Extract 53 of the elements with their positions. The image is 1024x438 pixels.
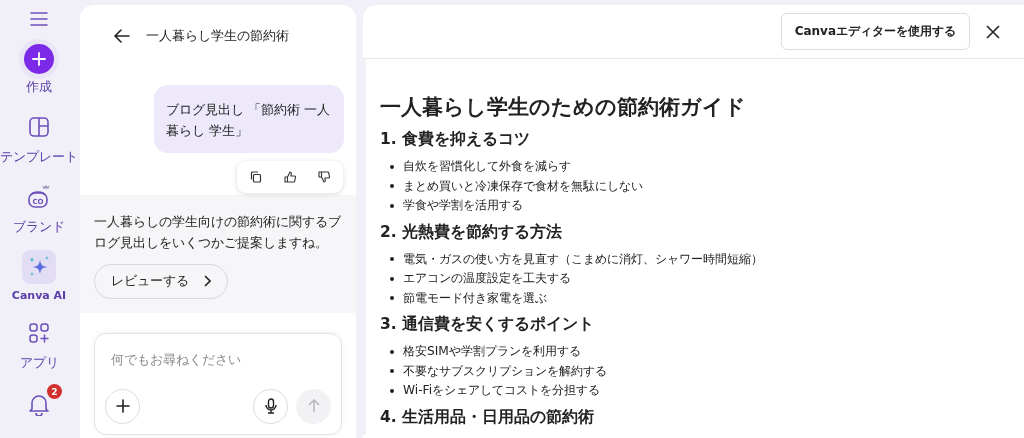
- list-item: エアコンの温度設定を工夫する: [403, 270, 571, 287]
- menu-button[interactable]: [28, 10, 50, 28]
- microphone-icon: [264, 398, 277, 414]
- list-item: 不要なサブスクリプションを解約する: [403, 362, 607, 380]
- chat-input-field[interactable]: 何でもお尋ねください: [105, 347, 343, 371]
- apps-icon: [28, 322, 50, 344]
- copy-icon[interactable]: [250, 171, 262, 183]
- editor-button[interactable]: Canvaエディターを使用する: [780, 13, 970, 50]
- user-message: ブログ見出し 「節約術 一人暮らし 学生」: [154, 85, 344, 153]
- bullet-icon: [390, 369, 394, 374]
- nav-label: テンプレート: [0, 149, 78, 166]
- assistant-message: 一人暮らしの学生向けの節約術に関するブログ見出しをいくつかご提案しますね。: [94, 213, 342, 253]
- arrow-up-icon: [307, 399, 320, 413]
- nav-label: アプリ: [19, 355, 59, 372]
- layout-icon: [28, 116, 50, 138]
- list-item: 学食や学割を活用する: [403, 197, 523, 214]
- list-item: 格安SIMや学割プランを利用する: [403, 343, 581, 360]
- menu-icon: [30, 12, 48, 26]
- list-item: 自炊を習慣化して外食を減らす: [403, 158, 571, 175]
- list-item: 電気・ガスの使い方を見直す（こまめに消灯、シャワー時間短縮）: [403, 250, 763, 268]
- back-arrow-icon[interactable]: [114, 29, 130, 43]
- nav-label: Canva AI: [11, 289, 67, 302]
- plus-icon: [115, 399, 130, 413]
- review-button[interactable]: レビューする: [94, 263, 228, 299]
- bullet-icon: [390, 257, 394, 262]
- section-heading: 4. 生活用品・日用品の節約術: [380, 406, 596, 428]
- bullet-icon: [390, 296, 394, 301]
- section-heading: 1. 食費を抑えるコツ: [380, 129, 532, 150]
- list-item: まとめ買いと冷凍保存で食材を無駄にしない: [403, 177, 643, 195]
- bullet-icon: [390, 349, 394, 354]
- add-button[interactable]: [105, 388, 140, 424]
- bullet-icon: [390, 276, 394, 281]
- nav-label: 作成: [26, 79, 52, 96]
- close-icon[interactable]: [986, 24, 1000, 39]
- bullet-icon: [390, 388, 394, 393]
- nav-tab[interactable]: [22, 250, 56, 284]
- notification-badge: 2: [47, 384, 62, 399]
- nav-label: ブランド: [13, 219, 65, 236]
- list-item: Wi-Fiをシェアしてコストを分担する: [403, 382, 601, 399]
- bell-icon[interactable]: [28, 392, 50, 416]
- bullet-icon: [390, 164, 394, 169]
- plus-icon: [32, 52, 46, 66]
- microphone-button[interactable]: [253, 388, 288, 424]
- thumbs-up-icon[interactable]: [284, 171, 296, 183]
- bullet-icon: [390, 184, 394, 189]
- chevron-right-icon: [203, 275, 211, 287]
- document-title: 一人暮らし学生のための節約術ガイド: [380, 94, 747, 121]
- list-item: 節電モード付き家電を選ぶ: [403, 289, 547, 307]
- section-heading: 3. 通信費を安くするポイント: [380, 314, 596, 335]
- thumbs-down-icon[interactable]: [318, 171, 330, 183]
- bullet-icon: [390, 203, 394, 208]
- section-heading: 2. 光熱費を節約する方法: [380, 221, 564, 243]
- chat-title: 一人暮らし学生の節約術: [146, 27, 289, 45]
